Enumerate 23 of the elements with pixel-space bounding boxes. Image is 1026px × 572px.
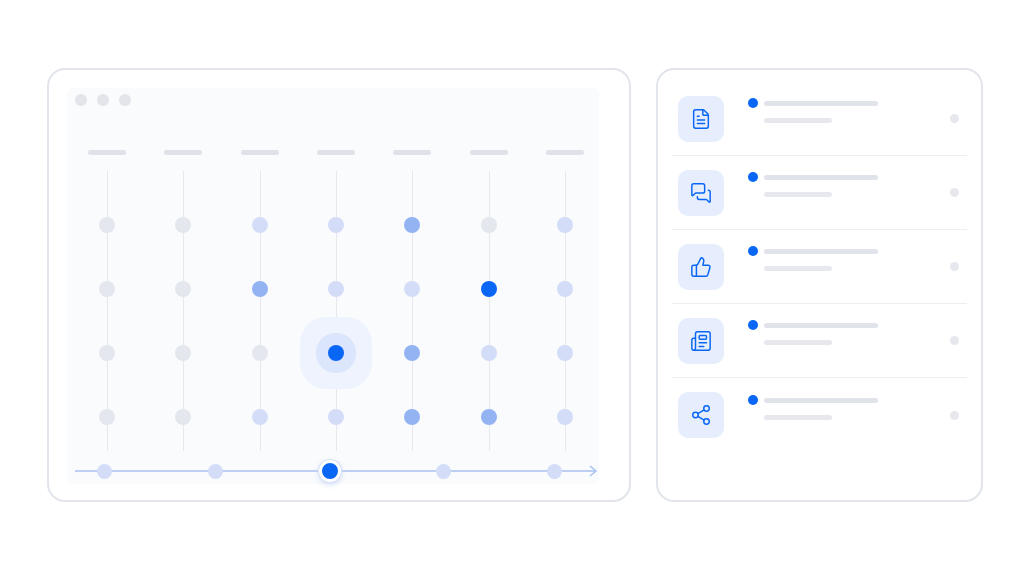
subtitle-placeholder [764,192,832,197]
column-header-placeholder [317,150,355,155]
column-header-placeholder [240,150,279,155]
icon-tile[interactable] [678,243,724,290]
subtitle-placeholder [764,266,832,271]
icon-tile[interactable] [678,169,724,216]
subtitle-placeholder [764,118,832,123]
column-header-placeholder [164,150,203,155]
timeline-point[interactable] [318,460,341,482]
subtitle-placeholder [764,340,832,345]
column-header-placeholder [393,150,432,155]
column-header-placeholder [545,150,584,155]
document-icon [690,107,712,130]
share-icon [690,404,712,426]
icon-tile[interactable] [678,392,724,438]
icon-tile[interactable] [678,317,724,364]
newspaper-icon [690,329,712,352]
chat-bubbles-icon [690,181,712,204]
column-header-placeholder [469,150,508,155]
subtitle-placeholder [764,414,832,420]
thumbs-up-icon [690,255,712,278]
column-header-placeholder [88,150,127,155]
icon-tile[interactable] [678,95,724,142]
